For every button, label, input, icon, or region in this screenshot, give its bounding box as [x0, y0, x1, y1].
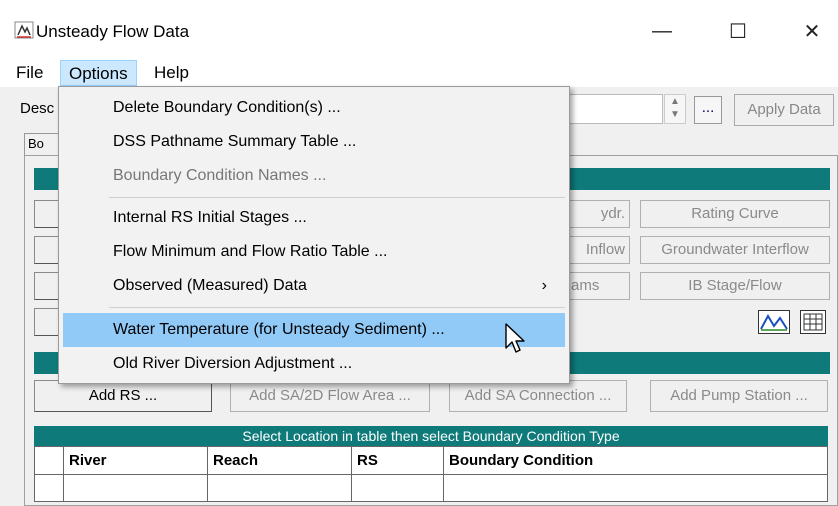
- description-browse-button[interactable]: ...: [694, 96, 722, 124]
- boundary-conditions-table[interactable]: River Reach RS Boundary Condition: [34, 446, 828, 502]
- menu-item-internal-rs-stages[interactable]: Internal RS Initial Stages ...: [63, 201, 565, 235]
- apply-data-button[interactable]: Apply Data: [734, 94, 834, 126]
- bc-type-button-hidden-2[interactable]: [34, 236, 60, 264]
- menu-options[interactable]: Options: [60, 60, 137, 86]
- menu-item-observed-data-label: Observed (Measured) Data: [113, 277, 307, 294]
- submenu-arrow-icon: ›: [541, 277, 547, 294]
- table-icon[interactable]: [800, 310, 826, 334]
- close-button[interactable]: ✕: [787, 14, 837, 48]
- description-label: Desc: [20, 100, 55, 117]
- table-instruction: Select Location in table then select Bou…: [34, 426, 828, 446]
- menu-separator: [109, 197, 565, 198]
- menu-item-delete-bc[interactable]: Delete Boundary Condition(s) ...: [63, 91, 565, 125]
- menu-item-flow-minimum-ratio[interactable]: Flow Minimum and Flow Ratio Table ...: [63, 235, 565, 269]
- add-sa-2d-flow-area-button[interactable]: Add SA/2D Flow Area ...: [230, 380, 430, 412]
- menu-item-dss-pathname-summary[interactable]: DSS Pathname Summary Table ...: [63, 125, 565, 159]
- column-header-rs: RS: [357, 452, 378, 469]
- menu-separator: [109, 307, 565, 308]
- rating-curve-button[interactable]: Rating Curve: [640, 200, 830, 228]
- maximize-button[interactable]: ☐: [713, 14, 763, 48]
- plot-icon[interactable]: [758, 310, 790, 334]
- menu-file[interactable]: File: [8, 60, 51, 86]
- groundwater-interflow-button[interactable]: Groundwater Interflow: [640, 236, 830, 264]
- minimize-button[interactable]: —: [637, 14, 687, 48]
- column-header-river: River: [69, 452, 107, 469]
- column-header-reach: Reach: [213, 452, 259, 469]
- description-spinner[interactable]: ▲ ▼: [664, 94, 686, 124]
- description-input[interactable]: [560, 94, 663, 124]
- add-pump-station-button[interactable]: Add Pump Station ...: [650, 380, 828, 412]
- table-header-divider: [35, 474, 827, 475]
- options-dropdown-menu: Delete Boundary Condition(s) ... DSS Pat…: [58, 86, 570, 384]
- bc-type-button-hidden-1[interactable]: [34, 200, 60, 228]
- add-sa-connection-button[interactable]: Add SA Connection ...: [449, 380, 627, 412]
- column-header-boundary-condition: Boundary Condition: [449, 452, 594, 469]
- window-title: Unsteady Flow Data: [36, 22, 190, 41]
- bc-type-button-hidden-4[interactable]: [34, 308, 60, 336]
- add-rs-button[interactable]: Add RS ...: [34, 380, 212, 412]
- mouse-cursor-icon: [505, 323, 525, 353]
- menu-help[interactable]: Help: [146, 60, 197, 86]
- menu-item-bc-names[interactable]: Boundary Condition Names ...: [63, 159, 565, 193]
- ib-stage-flow-button[interactable]: IB Stage/Flow: [640, 272, 830, 300]
- menu-item-old-river-diversion[interactable]: Old River Diversion Adjustment ...: [63, 347, 565, 381]
- menu-item-water-temperature[interactable]: Water Temperature (for Unsteady Sediment…: [63, 313, 565, 347]
- bc-type-button-hidden-3[interactable]: [34, 272, 60, 300]
- hec-ras-app-icon: [14, 21, 34, 39]
- menu-item-observed-data[interactable]: Observed (Measured) Data ›: [63, 269, 565, 303]
